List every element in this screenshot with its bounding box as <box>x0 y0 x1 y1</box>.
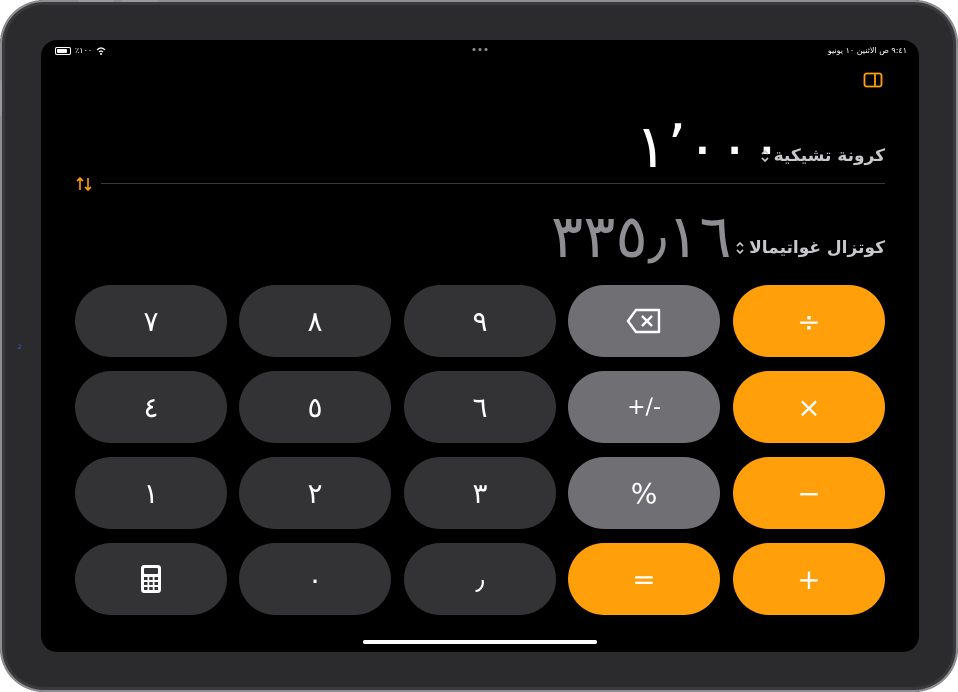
to-currency-label: كوتزال غواتيمالا <box>749 238 885 258</box>
key-8[interactable]: ٨ <box>239 285 391 357</box>
to-amount: ٣٣٥٫١٦ <box>551 202 732 272</box>
divider <box>101 183 885 184</box>
key-7[interactable]: ٧ <box>75 285 227 357</box>
percent-button[interactable]: % <box>568 457 720 529</box>
key-label: ٦ <box>472 390 488 424</box>
multitasking-dots[interactable] <box>472 48 488 51</box>
key-label: ١ <box>143 476 159 510</box>
key-label: ٥ <box>307 390 323 424</box>
screen: ٪١٠٠ ٩:٤١ ص الاثنين ١٠ يونيو ١٬٠٠٠ كرونة… <box>41 40 919 652</box>
key-label: ٠ <box>307 562 323 596</box>
key-label: ٨ <box>307 304 323 338</box>
add-button[interactable]: + <box>733 543 885 615</box>
to-currency-selector[interactable]: كوتزال غواتيمالا <box>735 238 885 258</box>
key-label: + <box>797 562 821 596</box>
key-label: × <box>797 390 821 424</box>
equals-button[interactable]: = <box>568 543 720 615</box>
from-currency-label: كرونة تشيكية <box>773 146 885 166</box>
key-label: % <box>630 476 658 510</box>
key-6[interactable]: ٦ <box>404 371 556 443</box>
volume-button <box>0 80 2 116</box>
key-label: ٣ <box>472 476 488 510</box>
wifi-icon <box>96 46 106 55</box>
status-left: ٪١٠٠ <box>55 46 106 55</box>
key-0[interactable]: ٠ <box>239 543 391 615</box>
from-currency-selector[interactable]: كرونة تشيكية <box>760 146 885 166</box>
ipad-frame: 2 ٪١٠٠ ٩:٤١ ص الاثنين ١٠ يونيو ١٬٠٠٠ كرو… <box>0 0 958 692</box>
chevron-up-down-icon <box>736 241 744 255</box>
key-5[interactable]: ٥ <box>239 371 391 443</box>
status-time-date: ٩:٤١ ص الاثنين ١٠ يونيو <box>827 46 907 55</box>
calculator-mode-button[interactable] <box>75 543 227 615</box>
multiply-button[interactable]: × <box>733 371 885 443</box>
battery-icon <box>55 46 71 55</box>
key-label: ٢ <box>307 476 323 510</box>
subtract-button[interactable]: − <box>733 457 885 529</box>
key-label: ÷ <box>797 304 821 338</box>
key-label: ٩ <box>472 304 488 338</box>
battery-percent: ٪١٠٠ <box>75 46 93 55</box>
key-label: ٤ <box>143 390 159 424</box>
sign-toggle-button[interactable]: +/- <box>568 371 720 443</box>
swap-arrows-icon[interactable] <box>75 175 93 193</box>
status-bar: ٪١٠٠ ٩:٤١ ص الاثنين ١٠ يونيو <box>41 46 919 58</box>
chevron-up-down-icon <box>761 149 769 163</box>
key-1[interactable]: ١ <box>75 457 227 529</box>
top-button-2 <box>122 0 158 2</box>
key-2[interactable]: ٢ <box>239 457 391 529</box>
sidebar-icon[interactable] <box>863 72 883 88</box>
key-label: = <box>632 562 656 596</box>
calculator-icon <box>141 565 161 593</box>
key-9[interactable]: ٩ <box>404 285 556 357</box>
top-button <box>78 0 114 2</box>
key-label: − <box>797 476 821 510</box>
camera-dot: 2 <box>18 344 22 351</box>
key-label: ٧ <box>143 304 159 338</box>
key-label: +/- <box>627 394 661 420</box>
delete-button[interactable] <box>568 285 720 357</box>
key-3[interactable]: ٣ <box>404 457 556 529</box>
key-4[interactable]: ٤ <box>75 371 227 443</box>
key-label: ٫ <box>475 562 485 596</box>
decimal-button[interactable]: ٫ <box>404 543 556 615</box>
backspace-icon <box>626 308 661 334</box>
divide-button[interactable]: ÷ <box>733 285 885 357</box>
home-indicator[interactable] <box>363 640 597 644</box>
